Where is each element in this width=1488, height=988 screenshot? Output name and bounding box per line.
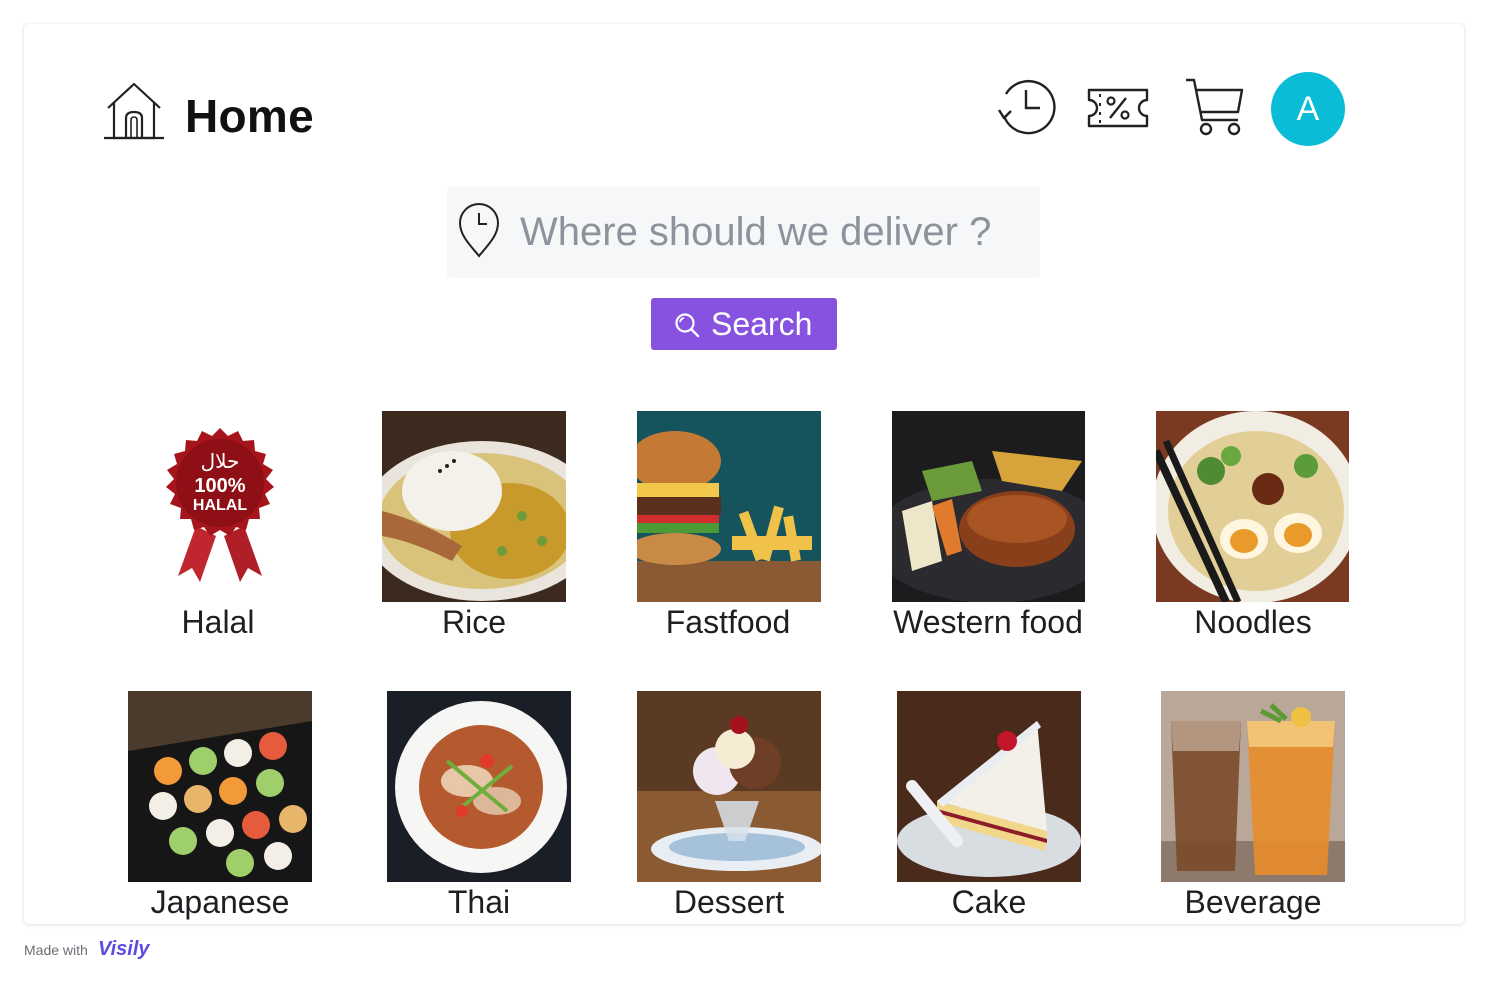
category-label: Cake xyxy=(951,884,1027,920)
thai-image xyxy=(387,691,571,882)
search-button-label: Search xyxy=(711,306,813,342)
category-label: Thai xyxy=(447,884,511,920)
delivery-address-input[interactable] xyxy=(510,200,1050,264)
location-pin-icon xyxy=(458,203,500,258)
category-label: Noodles xyxy=(1194,604,1312,640)
halal-badge-image: حلال 100% HALAL xyxy=(158,426,282,586)
halal-badge-word: HALAL xyxy=(193,497,247,514)
fastfood-image xyxy=(637,411,821,602)
beverage-image xyxy=(1161,691,1345,882)
cart-icon[interactable] xyxy=(1184,76,1246,136)
halal-badge-percent: 100% xyxy=(194,475,245,497)
category-label: Western food xyxy=(893,604,1083,640)
category-label: Rice xyxy=(441,604,506,640)
category-beverage[interactable]: Beverage xyxy=(1123,686,1383,926)
visily-logo: Visily xyxy=(98,938,150,960)
western-food-image xyxy=(892,411,1085,602)
coupon-percent-icon[interactable] xyxy=(1086,82,1150,134)
category-label: Beverage xyxy=(1184,884,1322,920)
category-dessert[interactable]: Dessert xyxy=(599,686,859,926)
category-fastfood[interactable]: Fastfood xyxy=(598,406,858,646)
category-japanese[interactable]: Japanese xyxy=(90,686,350,926)
cake-image xyxy=(897,691,1081,882)
search-icon xyxy=(675,313,700,338)
halal-badge-arabic: حلال xyxy=(201,449,240,473)
rice-image xyxy=(382,411,566,602)
page-title: Home xyxy=(185,90,315,142)
category-label: Fastfood xyxy=(665,604,791,640)
avatar[interactable]: A xyxy=(1271,72,1345,146)
category-rice[interactable]: Rice xyxy=(344,406,604,646)
category-noodles[interactable]: Noodles xyxy=(1123,406,1383,646)
search-button[interactable]: Search xyxy=(651,298,837,350)
category-label: Halal xyxy=(181,604,255,640)
made-with-text: Made with xyxy=(24,942,88,958)
dessert-image xyxy=(637,691,821,882)
category-label: Japanese xyxy=(150,884,290,920)
noodles-image xyxy=(1156,411,1349,602)
history-icon[interactable] xyxy=(996,76,1056,140)
made-with-footer[interactable]: Made with Visily xyxy=(24,938,150,960)
home-icon[interactable] xyxy=(104,80,164,140)
category-halal[interactable]: حلال 100% HALAL Halal xyxy=(88,406,348,646)
category-thai[interactable]: Thai xyxy=(349,686,609,926)
category-label: Dessert xyxy=(673,884,785,920)
category-cake[interactable]: Cake xyxy=(859,686,1119,926)
category-western-food[interactable]: Western food xyxy=(858,406,1118,646)
japanese-image xyxy=(128,691,312,882)
